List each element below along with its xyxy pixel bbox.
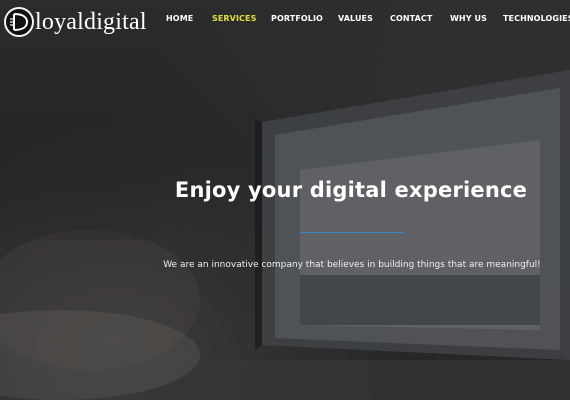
nav-why-us[interactable]: WHY US xyxy=(450,14,487,23)
navbar: loyaldigital HOME SERVICES PORTFOLIO VAL… xyxy=(0,0,570,40)
nav-services[interactable]: SERVICES xyxy=(212,14,256,23)
nav-portfolio[interactable]: PORTFOLIO xyxy=(271,14,323,23)
brand-logo-link[interactable]: loyaldigital xyxy=(4,6,147,38)
nav-home[interactable]: HOME xyxy=(166,14,193,23)
nav-values[interactable]: VALUES xyxy=(338,14,373,23)
nav-technologies[interactable]: TECHNOLOGIES xyxy=(503,14,570,23)
nav-contact[interactable]: CONTACT xyxy=(390,14,432,23)
headline-divider xyxy=(300,232,404,233)
hero-tagline: We are an innovative company that believ… xyxy=(163,260,541,270)
brand-name: loyaldigital xyxy=(35,9,147,35)
hero-headline: Enjoy your digital experience xyxy=(174,178,528,202)
d-monogram-icon xyxy=(4,7,34,37)
